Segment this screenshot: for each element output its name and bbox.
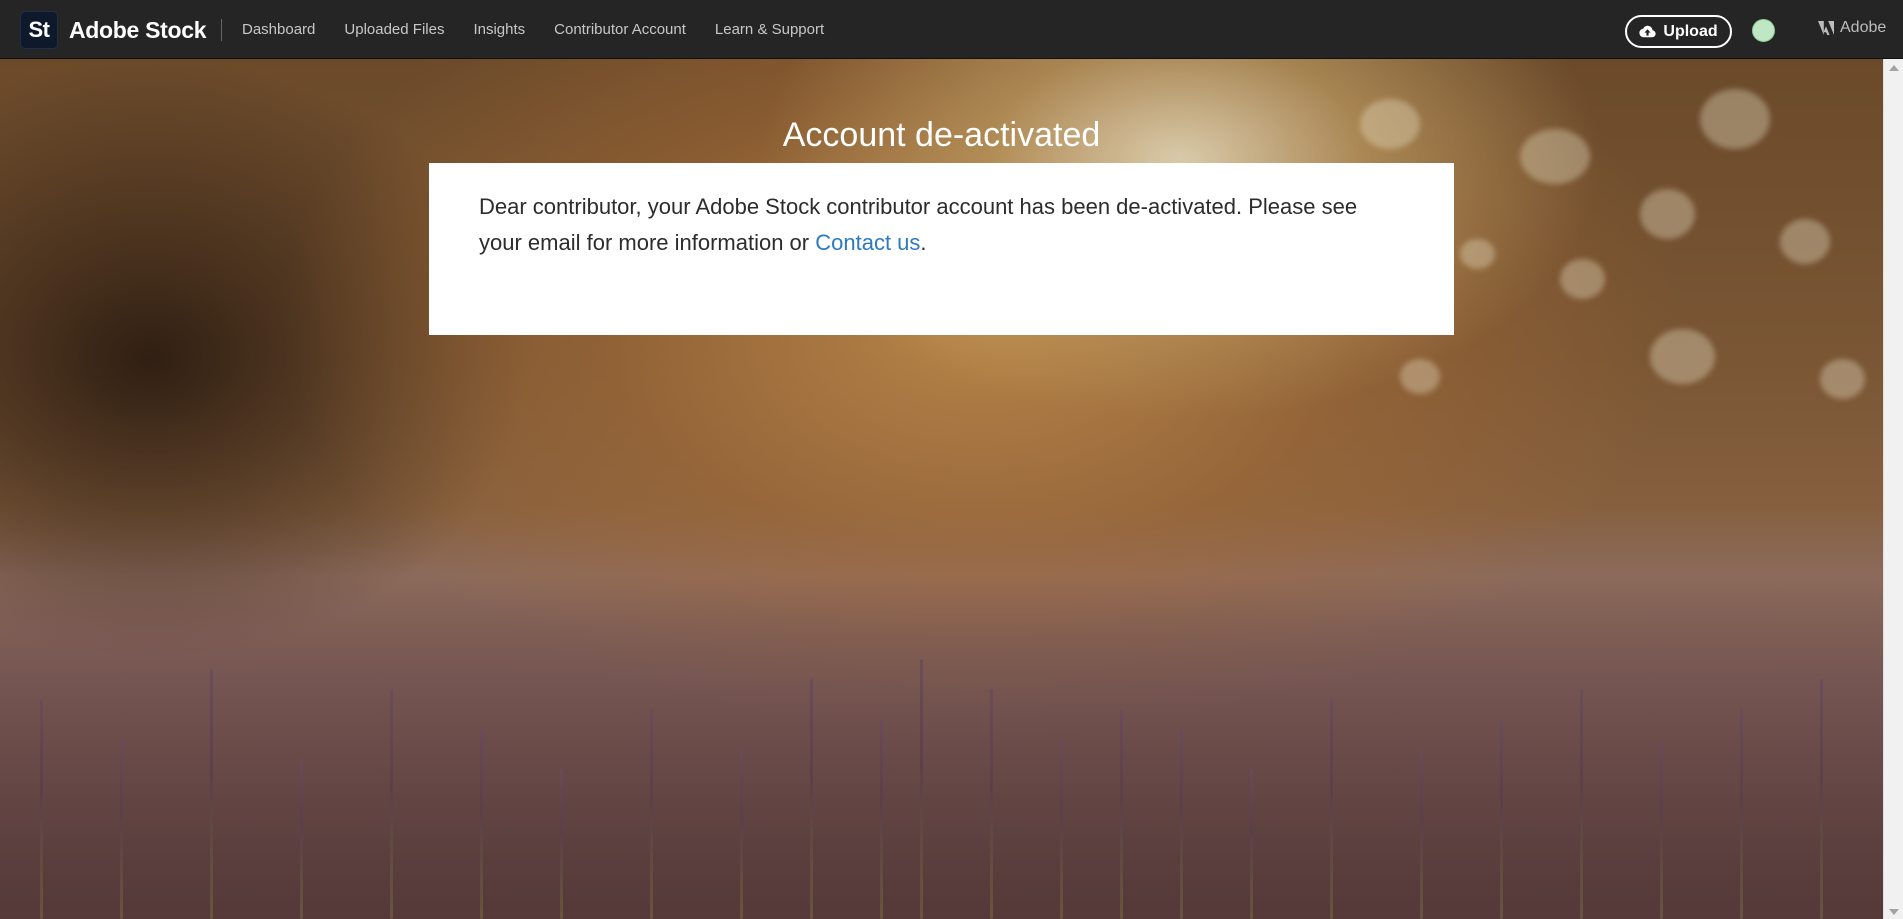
lavender-stem [1580,689,1583,919]
lavender-stem [210,669,213,919]
deactivation-message: Dear contributor, your Adobe Stock contr… [479,189,1404,261]
page: St Adobe Stock Dashboard Uploaded Files … [0,0,1903,919]
bokeh-light [1640,189,1695,239]
contact-us-link[interactable]: Contact us [815,230,920,255]
lavender-stem [120,739,123,919]
lavender-stem [1120,709,1123,919]
lavender-stem [1740,709,1743,919]
lavender-stem [650,709,653,919]
main-nav: Dashboard Uploaded Files Insights Contri… [242,0,853,59]
scroll-up-icon[interactable] [1889,65,1899,71]
upload-button[interactable]: Upload [1625,15,1732,48]
nav-uploaded-files[interactable]: Uploaded Files [344,21,444,38]
lavender-stem [480,729,483,919]
page-title: Account de-activated [782,115,1101,154]
cloud-upload-icon [1639,25,1656,38]
lavender-stem [300,759,303,919]
vertical-scrollbar[interactable] [1883,59,1903,919]
lavender-stem [1250,769,1253,919]
bokeh-light [1820,359,1865,399]
user-avatar[interactable] [1752,19,1775,42]
adobe-stock-logo[interactable]: St [20,11,58,49]
lavender-stem [1660,739,1663,919]
lavender-stem [1820,679,1823,919]
adobe-logo-icon [1818,21,1834,35]
lavender-stem [40,699,43,919]
lavender-stem [1420,749,1423,919]
scroll-down-icon[interactable] [1889,909,1899,915]
message-end: . [920,230,927,255]
bokeh-light [1650,329,1715,384]
bokeh-light [1460,239,1495,269]
lavender-stem [810,679,813,919]
lavender-field [0,579,1883,919]
lavender-stem [920,659,923,919]
top-navigation-bar: St Adobe Stock Dashboard Uploaded Files … [0,0,1903,59]
bokeh-light [1780,219,1830,264]
nav-contributor-account[interactable]: Contributor Account [554,21,686,38]
adobe-home-link[interactable]: Adobe [1818,19,1886,37]
bokeh-light [1560,259,1605,299]
lavender-stem [1180,729,1183,919]
lavender-stem [990,689,993,919]
lavender-stem [560,769,563,919]
bokeh-light [1400,359,1440,394]
adobe-link-label: Adobe [1840,19,1887,36]
brand-name[interactable]: Adobe Stock [69,15,207,45]
lavender-stem [880,719,883,919]
lavender-stem [390,689,393,919]
nav-learn-support[interactable]: Learn & Support [715,21,824,38]
upload-button-label: Upload [1663,22,1718,40]
deactivation-notice-card: Dear contributor, your Adobe Stock contr… [429,163,1454,335]
nav-insights[interactable]: Insights [473,21,525,38]
lavender-stem [1330,699,1333,919]
lavender-stem [740,749,743,919]
nav-dashboard[interactable]: Dashboard [242,21,315,38]
brand-divider [221,19,222,41]
lavender-stem [1060,739,1063,919]
lavender-stem [1500,719,1503,919]
